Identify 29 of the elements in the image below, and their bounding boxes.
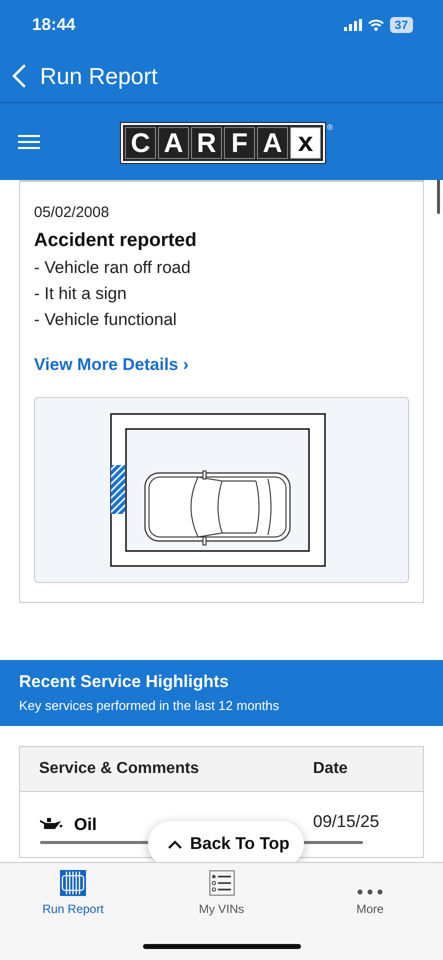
record-date: 05/02/2008: [34, 204, 110, 221]
menu-icon[interactable]: [18, 134, 40, 150]
record-detail: - Vehicle functional: [34, 310, 178, 330]
caret-up-icon: [168, 840, 182, 848]
record-title: Accident reported: [34, 230, 198, 252]
status-time: 18:44: [32, 15, 76, 35]
tab[interactable]: My VINs: [176, 870, 266, 916]
service-name: Oil: [74, 815, 97, 835]
column-header: Date: [313, 760, 349, 778]
view-details-link[interactable]: View More Details ›: [34, 355, 409, 375]
column-header: Service & Comments: [38, 760, 200, 778]
registered-mark: ®: [327, 123, 333, 132]
wifi-icon: [368, 19, 384, 31]
record-detail: - Vehicle ran off road: [34, 258, 192, 278]
signal-icon: [344, 19, 362, 31]
back-to-top-button[interactable]: Back To Top: [148, 821, 304, 862]
grille-icon: [57, 870, 89, 896]
scrollbar: [437, 180, 440, 214]
battery-indicator: 37: [390, 17, 413, 33]
section-subtitle: Key services performed in the last 12 months: [19, 698, 280, 713]
section-title: Recent Service Highlights: [19, 672, 230, 692]
back-button[interactable]: Run Report: [40, 62, 158, 90]
tab[interactable]: More: [325, 870, 415, 916]
record-detail: - It hit a sign: [34, 284, 128, 304]
back-icon[interactable]: [12, 64, 26, 88]
tab[interactable]: Run Report: [28, 870, 118, 916]
service-date: 09/15/25: [313, 812, 380, 832]
brand-logo: C A R F A x: [121, 123, 325, 163]
more-icon: [356, 888, 384, 896]
